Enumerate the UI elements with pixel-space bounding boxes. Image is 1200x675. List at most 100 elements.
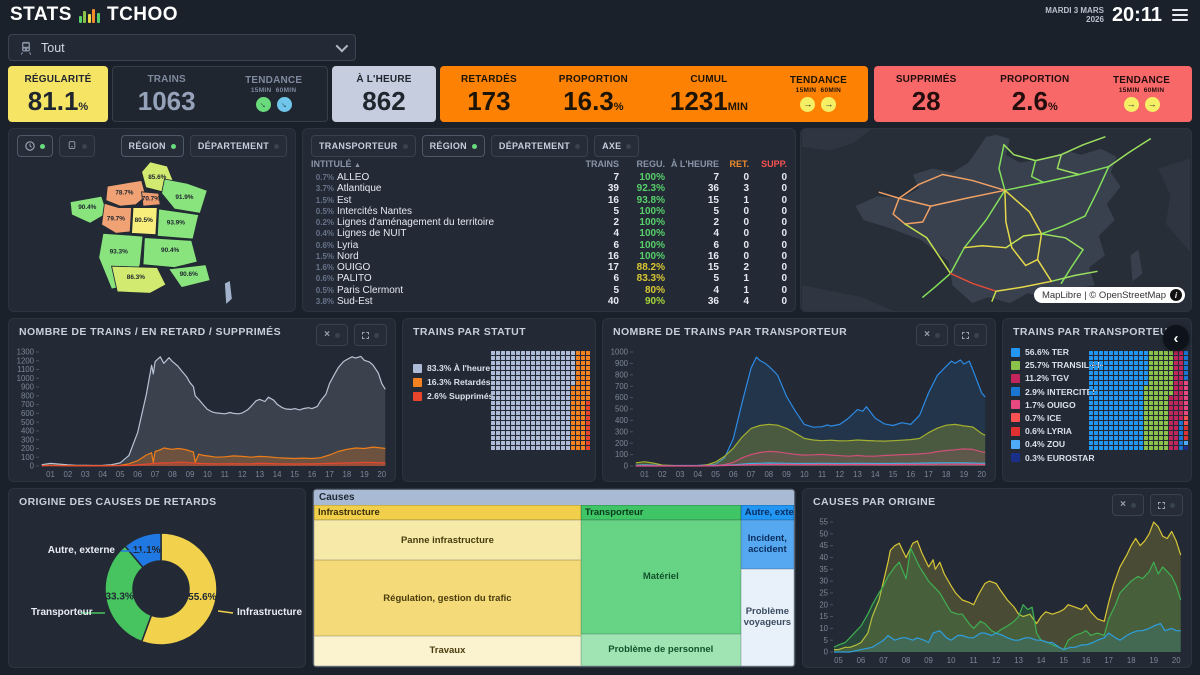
treemap-cell[interactable]: Problème de personnel bbox=[581, 634, 741, 666]
hamburger-menu-icon[interactable] bbox=[1170, 7, 1190, 23]
table-row[interactable]: 3.7%Atlantique3992.3%3630 bbox=[311, 183, 787, 194]
table-row[interactable]: 1.5%Nord16100%1600 bbox=[311, 251, 787, 262]
transporteur-evolution-chart[interactable]: 0100200300400500600700800900100001020304… bbox=[606, 347, 992, 479]
trains-evolution-chart[interactable]: 0100200300400500600700800900100011001200… bbox=[12, 347, 392, 479]
treemap-cell[interactable]: Travaux bbox=[314, 636, 581, 666]
table-row[interactable]: 1.5%Est1693.8%1510 bbox=[311, 195, 787, 206]
table-row[interactable]: 0.6%PALITO683.3%510 bbox=[311, 273, 787, 284]
treemap-cell[interactable]: Matériel bbox=[581, 520, 741, 634]
table-filter-axe[interactable]: AXE bbox=[594, 135, 639, 157]
svg-text:14: 14 bbox=[871, 470, 880, 479]
table-header: INTITULÉ ▲ TRAINS REGU. À L'HEURE RET. S… bbox=[311, 159, 787, 169]
chart-expand-toggle-button[interactable] bbox=[954, 324, 987, 346]
column-regu[interactable]: REGU. bbox=[619, 159, 665, 169]
info-icon[interactable]: i bbox=[1170, 289, 1182, 301]
treemap-cell[interactable]: Panne infrastructure bbox=[314, 520, 581, 560]
column-trains[interactable]: TRAINS bbox=[583, 159, 619, 169]
svg-text:07: 07 bbox=[747, 470, 756, 479]
table-row[interactable]: 0.5%Intercités Nantes5100%500 bbox=[311, 206, 787, 217]
treemap-group[interactable]: InfrastructurePanne infrastructureRégula… bbox=[314, 505, 581, 666]
svg-text:12: 12 bbox=[238, 470, 247, 479]
treemap-group-header[interactable]: Infrastructure bbox=[314, 505, 581, 520]
svg-text:03: 03 bbox=[676, 470, 685, 479]
svg-text:16: 16 bbox=[308, 470, 317, 479]
panel-rail-network-map[interactable]: MapLibre | © OpenStreetMap i bbox=[800, 128, 1192, 312]
column-ret[interactable]: RET. bbox=[719, 159, 749, 169]
panel-transporteur-evolution: NOMBRE DE TRAINS PAR TRANSPORTEUR × 0100… bbox=[602, 318, 996, 482]
svg-text:200: 200 bbox=[615, 439, 629, 448]
svg-text:70.7%: 70.7% bbox=[142, 195, 160, 202]
svg-text:45: 45 bbox=[819, 541, 828, 550]
table-row[interactable]: 3.8%Sud-Est4090%3640 bbox=[311, 296, 787, 307]
toggle-regularity-view-button[interactable] bbox=[17, 135, 53, 157]
svg-text:100: 100 bbox=[21, 453, 35, 462]
svg-text:300: 300 bbox=[615, 427, 629, 436]
map-departement-button[interactable]: DÉPARTEMENT bbox=[190, 135, 287, 157]
drawer-collapse-button[interactable]: ‹ bbox=[1163, 325, 1189, 351]
panel-title: TRAINS PAR TRANSPORTEUR bbox=[1013, 326, 1176, 338]
column-intitule[interactable]: INTITULÉ ▲ bbox=[311, 159, 583, 169]
table-row[interactable]: 0.7%ALLEO7100%700 bbox=[311, 172, 787, 183]
svg-text:40: 40 bbox=[819, 553, 828, 562]
current-time: 20:11 bbox=[1112, 4, 1162, 27]
treemap-cell[interactable]: Incident, accident bbox=[741, 520, 794, 569]
trend-60min-icon: → bbox=[821, 97, 836, 112]
chart-expand-toggle-button[interactable] bbox=[354, 324, 387, 346]
svg-text:90.4%: 90.4% bbox=[161, 247, 179, 254]
table-row[interactable]: 0.6%Lyria6100%600 bbox=[311, 240, 787, 251]
donut-label-infrastructure: Infrastructure bbox=[237, 607, 302, 618]
svg-text:12: 12 bbox=[835, 470, 844, 479]
france-choropleth-map[interactable]: 85.6%78.7%70.7%91.9%90.4%79.7%80.5%93.9%… bbox=[48, 159, 258, 309]
column-alheure[interactable]: À L'HEURE bbox=[665, 159, 719, 169]
table-row[interactable]: 1.6%OUIGO1788.2%1520 bbox=[311, 262, 787, 273]
chart-expand-toggle-button[interactable] bbox=[1150, 494, 1183, 516]
table-row[interactable]: 0.4%Lignes de NUIT4100%400 bbox=[311, 228, 787, 239]
treemap-group-header[interactable]: Transporteur bbox=[581, 505, 741, 520]
svg-text:1300: 1300 bbox=[17, 348, 35, 357]
svg-text:01: 01 bbox=[640, 470, 649, 479]
svg-text:1200: 1200 bbox=[17, 356, 35, 365]
svg-text:18: 18 bbox=[942, 470, 951, 479]
train-icon bbox=[67, 141, 77, 151]
svg-text:0: 0 bbox=[824, 648, 829, 657]
causes-origine-chart[interactable]: 0510152025303540455055050607080910111213… bbox=[806, 517, 1188, 665]
scope-select[interactable]: Tout bbox=[8, 34, 356, 61]
svg-text:09: 09 bbox=[186, 470, 195, 479]
svg-text:500: 500 bbox=[21, 418, 35, 427]
origine-donut-chart[interactable]: 55.6%33.3%11.1% bbox=[9, 509, 305, 667]
table-row[interactable]: 0.5%Paris Clermont580%410 bbox=[311, 285, 787, 296]
svg-text:13: 13 bbox=[1014, 656, 1023, 665]
table-filter-region[interactable]: RÉGION bbox=[422, 135, 485, 157]
toggle-trains-view-button[interactable] bbox=[59, 135, 95, 157]
svg-text:10: 10 bbox=[819, 624, 828, 633]
svg-text:80.5%: 80.5% bbox=[135, 217, 153, 224]
transporteur-waffle-chart[interactable] bbox=[1089, 351, 1188, 450]
svg-text:11: 11 bbox=[221, 470, 229, 479]
rail-network-map[interactable] bbox=[801, 129, 1191, 311]
chart-scale-toggle-button[interactable]: × bbox=[316, 324, 348, 346]
treemap-cell[interactable]: Régulation, gestion du trafic bbox=[314, 560, 581, 635]
treemap-cell[interactable]: Problème voyageurs bbox=[741, 569, 794, 666]
treemap-group-header[interactable]: Autre, externe bbox=[741, 505, 794, 520]
svg-text:33.3%: 33.3% bbox=[105, 592, 133, 603]
kpi-a-lheure: À L'HEURE 862 bbox=[332, 66, 436, 122]
expand-icon bbox=[962, 332, 969, 339]
chart-scale-toggle-button[interactable]: × bbox=[1112, 494, 1144, 516]
column-supp[interactable]: SUPP. bbox=[749, 159, 787, 169]
svg-text:35: 35 bbox=[819, 565, 828, 574]
statut-waffle-chart[interactable] bbox=[491, 351, 590, 450]
map-region-button[interactable]: RÉGION bbox=[121, 135, 184, 157]
table-row[interactable]: 0.2%Lignes d'aménagement du territoire21… bbox=[311, 217, 787, 228]
table-filter-departement[interactable]: DÉPARTEMENT bbox=[491, 135, 588, 157]
svg-text:13: 13 bbox=[853, 470, 862, 479]
app-logo: STATS TCHOO bbox=[10, 4, 178, 26]
table-filter-transporteur[interactable]: TRANSPORTEUR bbox=[311, 135, 416, 157]
chart-scale-toggle-button[interactable]: × bbox=[916, 324, 948, 346]
treemap-group[interactable]: TransporteurMatérielProblème de personne… bbox=[581, 505, 741, 666]
panel-trains-evolution: NOMBRE DE TRAINS / EN RETARD / SUPPRIMÉS… bbox=[8, 318, 396, 482]
treemap-group[interactable]: Autre, externeIncident, accidentProblème… bbox=[741, 505, 794, 666]
svg-text:07: 07 bbox=[879, 656, 888, 665]
kpi-value: 1063 bbox=[138, 88, 196, 114]
causes-treemap[interactable]: Causes InfrastructurePanne infrastructur… bbox=[313, 489, 795, 667]
svg-text:18: 18 bbox=[1127, 656, 1136, 665]
